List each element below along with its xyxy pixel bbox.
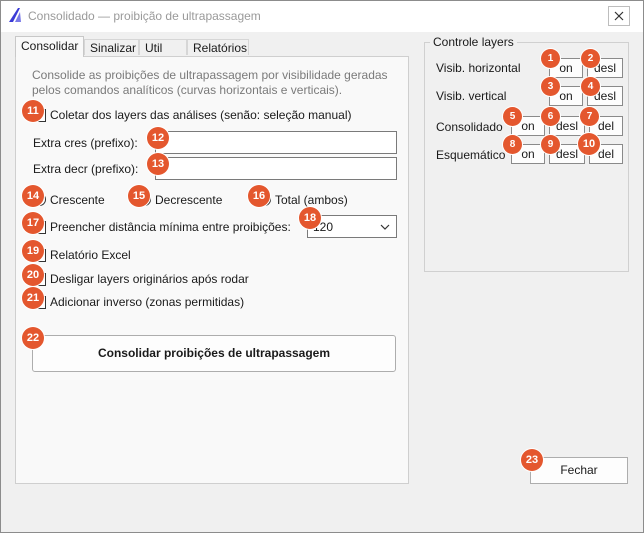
annotation-badge: 14	[22, 185, 44, 207]
turn-off-layers-label: Desligar layers originários após rodar	[50, 272, 249, 286]
close-icon	[614, 11, 624, 21]
annotation-badge: 2	[581, 49, 600, 68]
annotation-badge: 9	[541, 135, 560, 154]
annotation-badge: 6	[541, 107, 560, 126]
radio-crescente-label: Crescente	[50, 193, 105, 207]
annotation-badge: 20	[22, 264, 44, 286]
extra-cres-input[interactable]	[155, 131, 397, 154]
close-window-button[interactable]	[608, 6, 630, 26]
title-bar: Consolidado — proibição de ultrapassagem	[1, 1, 643, 32]
layer-row-label-vertical: Visib. vertical	[436, 89, 507, 103]
layer-row-label-horizontal: Visib. horizontal	[436, 61, 521, 75]
layer-row-label-esquematico: Esquemático	[436, 148, 506, 162]
tab-util[interactable]: Util	[139, 39, 187, 55]
annotation-badge: 5	[503, 107, 522, 126]
consolidate-button[interactable]: Consolidar proibições de ultrapassagem	[32, 335, 396, 372]
tab-consolidar[interactable]: Consolidar	[15, 36, 84, 57]
tab-relatorios[interactable]: Relatórios	[187, 39, 249, 55]
annotation-badge: 11	[22, 100, 44, 122]
annotation-badge: 13	[147, 153, 169, 175]
annotation-badge: 1	[541, 49, 560, 68]
tab-sinalizar[interactable]: Sinalizar	[84, 39, 139, 55]
extra-cres-label: Extra cres (prefixo):	[33, 136, 138, 150]
radio-total-label: Total (ambos)	[275, 193, 348, 207]
layer-row-label-consolidado: Consolidado	[436, 120, 503, 134]
annotation-badge: 16	[248, 185, 270, 207]
fill-min-distance-label: Preencher distância mínima entre proibiç…	[50, 220, 291, 234]
annotation-badge: 4	[581, 77, 600, 96]
extra-decr-input[interactable]	[155, 157, 397, 180]
annotation-badge: 7	[580, 107, 599, 126]
annotation-badge: 15	[128, 185, 150, 207]
annotation-badge: 17	[22, 212, 44, 234]
annotation-badge: 12	[147, 127, 169, 149]
annotation-badge: 3	[541, 77, 560, 96]
description-text: Consolide as proibições de ultrapassagem…	[32, 68, 388, 97]
excel-report-label: Relatório Excel	[50, 248, 131, 262]
window-title: Consolidado — proibição de ultrapassagem	[28, 9, 261, 23]
app-icon	[9, 8, 21, 22]
annotation-badge: 22	[22, 327, 44, 349]
annotation-badge: 23	[521, 449, 543, 471]
annotation-badge: 18	[299, 207, 321, 229]
close-button[interactable]: Fechar	[530, 457, 628, 484]
collect-layers-label: Coletar dos layers das análises (senão: …	[50, 108, 352, 122]
annotation-badge: 19	[22, 240, 44, 262]
annotation-badge: 8	[503, 135, 522, 154]
extra-decr-label: Extra decr (prefixo):	[33, 162, 139, 176]
radio-decrescente-label: Decrescente	[155, 193, 223, 207]
annotation-badge: 21	[22, 287, 44, 309]
annotation-badge: 10	[578, 133, 600, 155]
add-inverse-label: Adicionar inverso (zonas permitidas)	[50, 295, 245, 309]
chevron-down-icon	[380, 224, 390, 230]
layer-control-title: Controle layers	[430, 35, 517, 49]
